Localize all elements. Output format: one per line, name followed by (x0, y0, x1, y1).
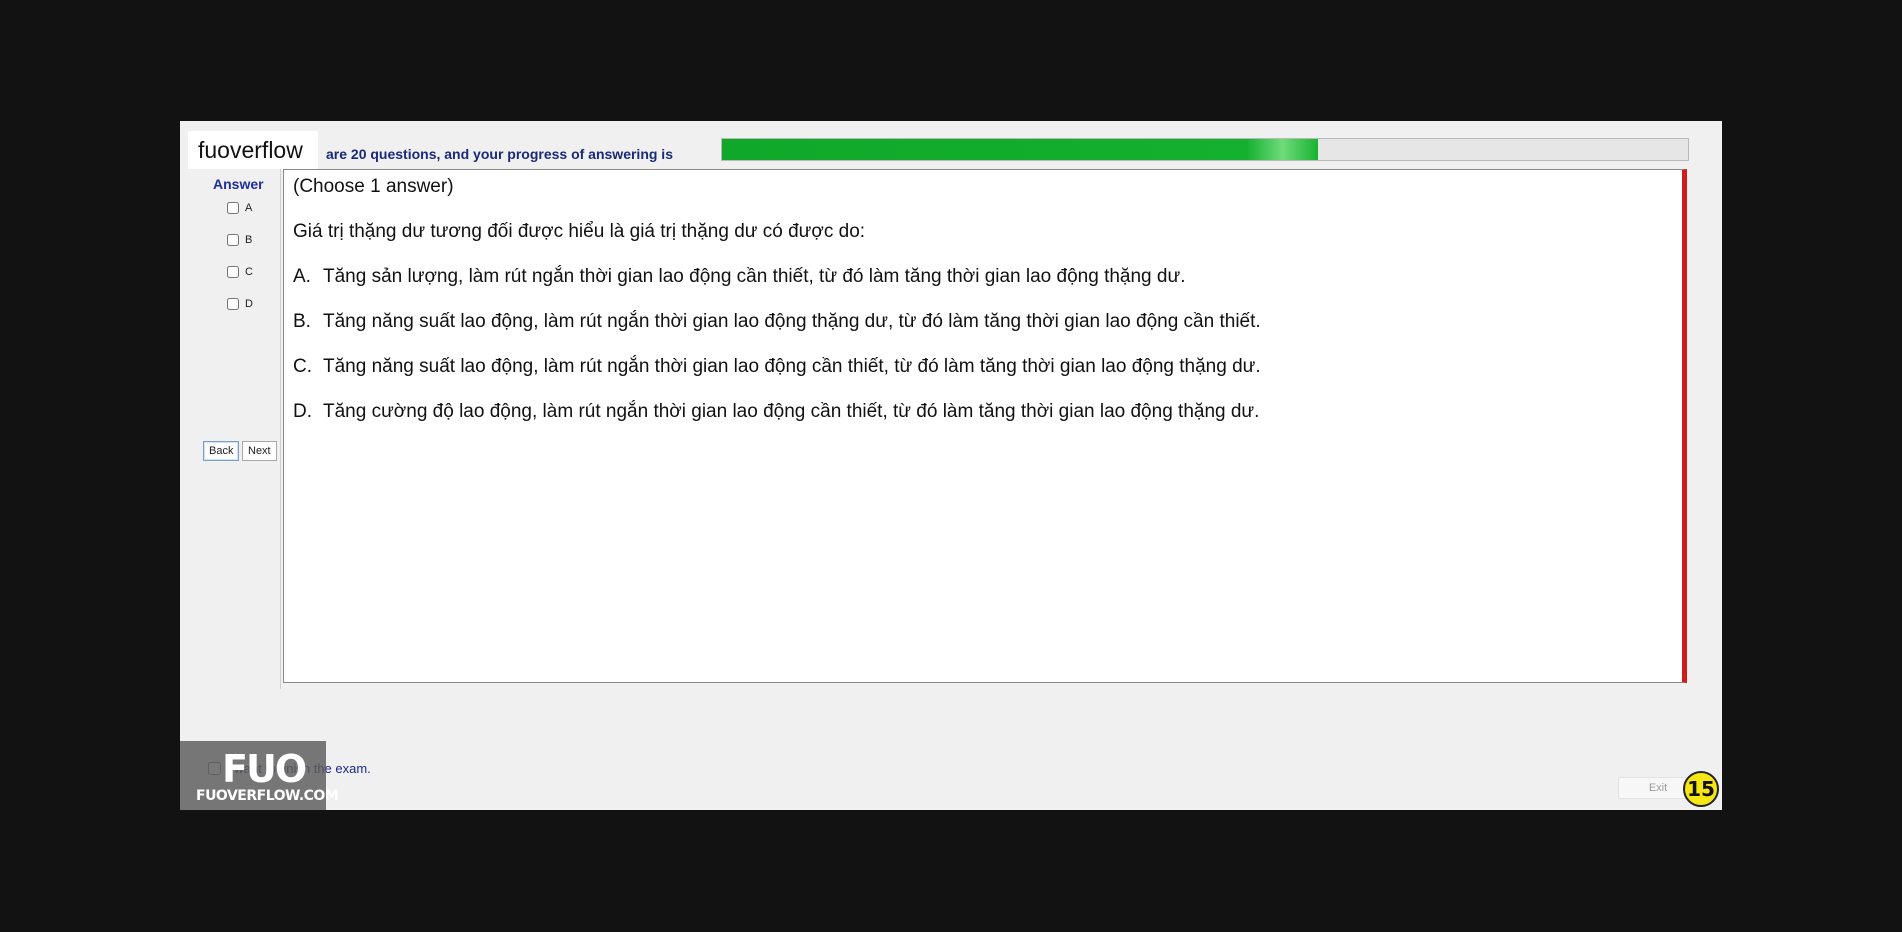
answer-option-a[interactable]: A (227, 202, 252, 214)
answer-option-label: B (245, 234, 253, 246)
choice-d: D. Tăng cường độ lao động, làm rút ngắn t… (293, 401, 1259, 423)
answer-option-label: A (245, 202, 253, 214)
answer-option-label: C (245, 266, 253, 278)
next-button[interactable]: Next (242, 441, 277, 461)
answer-option-c[interactable]: C (227, 266, 253, 278)
logo-mark: FUO (222, 747, 307, 791)
question-stem: Giá trị thặng dư tương đối được hiểu là … (293, 221, 866, 242)
answer-panel-title: Answer (213, 176, 264, 192)
answer-checkbox-b[interactable] (227, 234, 239, 246)
watermark-label: fuoverflow (188, 131, 318, 169)
progress-bar (721, 138, 1689, 161)
exam-window: fuoverflow are 20 questions, and your pr… (180, 121, 1722, 810)
choice-text: Tăng năng suất lao động, làm rút ngắn th… (323, 311, 1261, 332)
choice-label: A. (293, 266, 311, 287)
choice-b: B. Tăng năng suất lao động, làm rút ngắn … (293, 311, 1261, 333)
choice-a: A. Tăng sản lượng, làm rút ngắn thời gian… (293, 266, 1185, 288)
choice-text: Tăng sản lượng, làm rút ngắn thời gian l… (323, 266, 1186, 287)
progress-bar-fill (722, 139, 1319, 160)
answer-panel: Answer A B C D Back Next (200, 169, 281, 689)
answer-option-label: D (245, 298, 253, 310)
answer-option-d[interactable]: D (227, 298, 253, 310)
back-button[interactable]: Back (203, 441, 240, 461)
question-instruction: (Choose 1 answer) (293, 176, 454, 197)
choice-text: Tăng năng suất lao động, làm rút ngắn th… (323, 356, 1261, 377)
answer-checkbox-a[interactable] (227, 202, 239, 214)
fuoverflow-logo: FUO FUOVERFLOW.COM (180, 741, 339, 810)
choice-label: D. (293, 401, 312, 422)
choice-c: C. Tăng năng suất lao động, làm rút ngắn … (293, 356, 1261, 378)
logo-caption: FUOVERFLOW.COM (196, 788, 339, 804)
page-number-badge: 15 (1683, 771, 1719, 807)
answer-checkbox-c[interactable] (227, 266, 239, 278)
answer-option-b[interactable]: B (227, 234, 252, 246)
question-area: (Choose 1 answer) Giá trị thặng dư tương… (283, 169, 1687, 683)
answer-checkbox-d[interactable] (227, 298, 239, 310)
choice-label: C. (293, 356, 312, 377)
choice-label: B. (293, 311, 311, 332)
choice-text: Tăng cường độ lao động, làm rút ngắn thờ… (323, 401, 1260, 422)
progress-label: are 20 questions, and your progress of a… (326, 146, 673, 162)
